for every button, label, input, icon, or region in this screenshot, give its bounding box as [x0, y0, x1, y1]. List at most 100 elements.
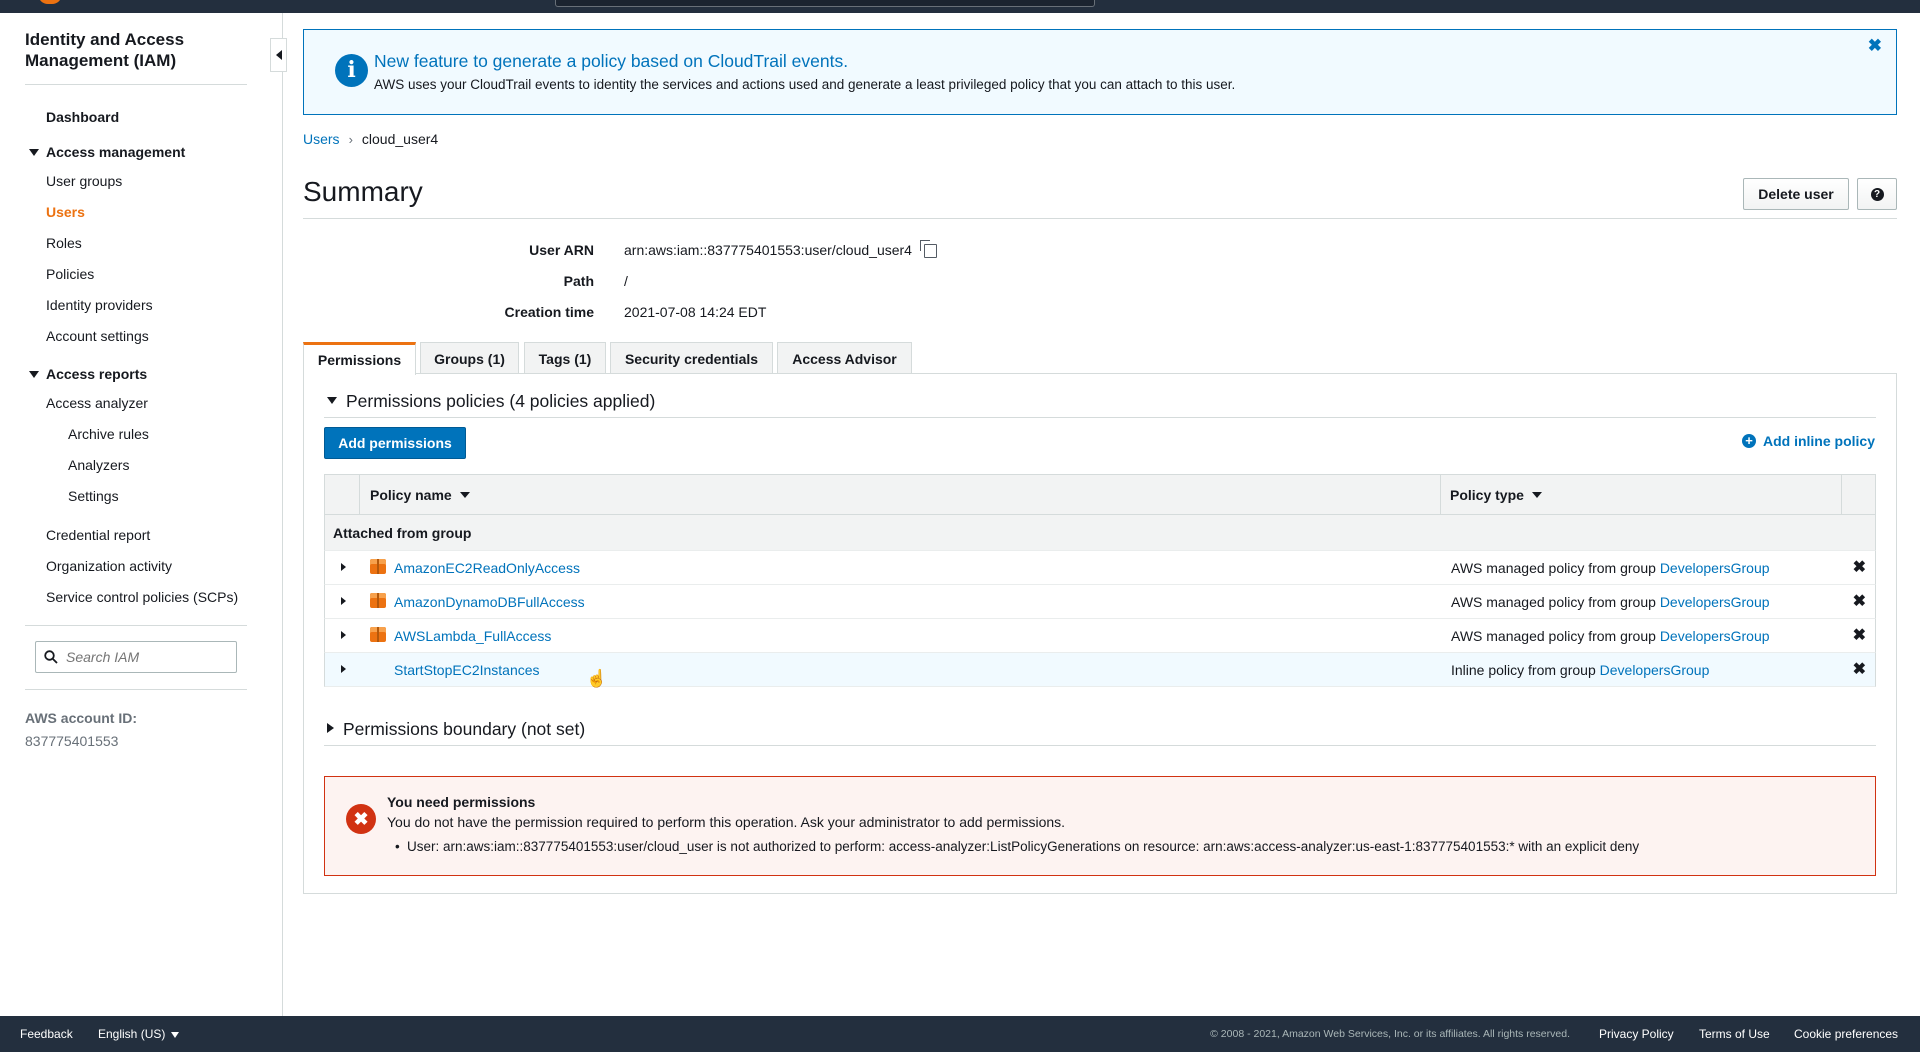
banner-title-link[interactable]: New feature to generate a policy based o…: [374, 51, 848, 72]
cookie-preferences-link[interactable]: Cookie preferences: [1794, 1027, 1898, 1041]
feedback-link[interactable]: Feedback: [20, 1027, 73, 1041]
global-search-bar[interactable]: [555, 0, 1095, 7]
sidebar-item-identity-providers[interactable]: Identity providers: [46, 297, 153, 313]
policy-type: AWS managed policy from group Developers…: [1451, 628, 1770, 644]
aws-logo[interactable]: [38, 0, 62, 4]
sidebar-item-account-settings[interactable]: Account settings: [46, 328, 149, 344]
policy-name-column-header[interactable]: Policy name: [360, 475, 1441, 514]
error-detail: User: arn:aws:iam::837775401553:user/clo…: [395, 839, 1639, 854]
chevron-right-icon: ›: [348, 132, 353, 147]
top-navigation-bar: [0, 0, 1920, 13]
managed-policy-icon: [370, 559, 386, 574]
policy-type: AWS managed policy from group Developers…: [1451, 560, 1770, 576]
table-row[interactable]: AmazonEC2ReadOnlyAccess AWS managed poli…: [324, 551, 1876, 585]
sidebar-item-policies[interactable]: Policies: [46, 266, 94, 282]
caret-down-icon: [29, 370, 39, 378]
policies-table: Policy name Policy type Attached from gr…: [324, 474, 1876, 687]
add-permissions-button[interactable]: Add permissions: [324, 427, 466, 459]
sidebar-item-credential-report[interactable]: Credential report: [46, 527, 150, 543]
policy-type: Inline policy from group DevelopersGroup: [1451, 662, 1710, 678]
help-button[interactable]: ?: [1857, 178, 1897, 210]
tab-tags[interactable]: Tags (1): [524, 342, 606, 374]
sidebar-item-analyzers[interactable]: Analyzers: [68, 457, 129, 473]
path-value: /: [624, 273, 628, 289]
sidebar-divider: [25, 84, 247, 85]
search-icon: [44, 650, 58, 664]
caret-right-icon: [327, 723, 334, 734]
language-selector[interactable]: English (US): [98, 1027, 180, 1041]
expand-row-icon[interactable]: [341, 563, 346, 571]
expand-row-icon[interactable]: [341, 665, 346, 673]
copyright-text: © 2008 - 2021, Amazon Web Services, Inc.…: [1210, 1028, 1570, 1040]
terms-of-use-link[interactable]: Terms of Use: [1699, 1027, 1770, 1041]
expand-row-icon[interactable]: [341, 631, 346, 639]
privacy-policy-link[interactable]: Privacy Policy: [1599, 1027, 1674, 1041]
breadcrumb-current: cloud_user4: [361, 131, 439, 147]
tab-access-advisor[interactable]: Access Advisor: [777, 342, 912, 374]
permissions-boundary-header[interactable]: Permissions boundary (not set): [327, 719, 585, 740]
page-title: Summary: [303, 176, 423, 207]
banner-description: AWS uses your CloudTrail events to ident…: [374, 77, 1236, 92]
sidebar-section-access-reports[interactable]: Access reports: [29, 366, 147, 382]
search-iam-input[interactable]: [66, 649, 226, 665]
remove-policy-icon[interactable]: ✖: [1853, 591, 1866, 611]
sidebar-item-dashboard[interactable]: Dashboard: [46, 109, 119, 125]
section-divider: [324, 417, 1876, 418]
copy-icon[interactable]: [919, 240, 937, 259]
add-inline-policy-link[interactable]: + Add inline policy: [1741, 433, 1875, 449]
close-icon[interactable]: ✖: [1868, 36, 1882, 56]
sidebar-divider: [25, 625, 247, 626]
sidebar-item-user-groups[interactable]: User groups: [46, 173, 122, 189]
sidebar-item-archive-rules[interactable]: Archive rules: [68, 426, 149, 442]
error-alert: ✖ You need permissions You do not have t…: [324, 776, 1876, 876]
sidebar-item-scps[interactable]: Service control policies (SCPs): [46, 589, 238, 605]
sidebar-section-access-management[interactable]: Access management: [29, 144, 185, 160]
tab-groups[interactable]: Groups (1): [420, 342, 519, 374]
remove-policy-icon[interactable]: ✖: [1853, 625, 1866, 645]
policy-type: AWS managed policy from group Developers…: [1451, 594, 1770, 610]
sidebar-search-box[interactable]: [35, 641, 237, 673]
remove-policy-icon[interactable]: ✖: [1853, 659, 1866, 679]
tab-permissions[interactable]: Permissions: [303, 342, 416, 375]
sort-icon: [1531, 491, 1542, 498]
policy-type-column-header[interactable]: Policy type: [1441, 475, 1842, 514]
policy-name-link[interactable]: StartStopEC2Instances: [394, 662, 540, 678]
caret-down-icon: [29, 148, 39, 156]
policy-name-link[interactable]: AWSLambda_FullAccess: [394, 628, 551, 644]
group-link[interactable]: DevelopersGroup: [1660, 594, 1770, 610]
table-row[interactable]: AmazonDynamoDBFullAccess AWS managed pol…: [324, 585, 1876, 619]
group-link[interactable]: DevelopersGroup: [1600, 662, 1710, 678]
breadcrumb-users-link[interactable]: Users: [303, 131, 340, 147]
expand-row-icon[interactable]: [341, 597, 346, 605]
sidebar-title[interactable]: Identity and Access Management (IAM): [25, 29, 255, 71]
remove-policy-icon[interactable]: ✖: [1853, 557, 1866, 577]
error-description: You do not have the permission required …: [387, 814, 1066, 830]
sidebar-item-organization-activity[interactable]: Organization activity: [46, 558, 172, 574]
creation-time-label: Creation time: [504, 304, 594, 320]
sidebar-item-analyzer-settings[interactable]: Settings: [68, 488, 119, 504]
table-header-row: Policy name Policy type: [324, 474, 1876, 515]
title-divider: [303, 218, 1897, 219]
policy-name-link[interactable]: AmazonEC2ReadOnlyAccess: [394, 560, 580, 576]
plus-circle-icon: +: [1741, 434, 1756, 448]
sidebar-item-roles[interactable]: Roles: [46, 235, 82, 251]
sidebar-divider: [25, 689, 247, 690]
sidebar-collapse-button[interactable]: [270, 38, 287, 72]
caret-left-icon: [275, 50, 282, 60]
permissions-policies-header[interactable]: Permissions policies (4 policies applied…: [327, 391, 655, 412]
policy-name-link[interactable]: AmazonDynamoDBFullAccess: [394, 594, 585, 610]
sidebar-item-access-analyzer[interactable]: Access analyzer: [46, 395, 148, 411]
tab-security-credentials[interactable]: Security credentials: [610, 342, 773, 374]
table-row[interactable]: StartStopEC2Instances Inline policy from…: [324, 653, 1876, 687]
sidebar-item-users[interactable]: Users: [46, 204, 85, 220]
group-link[interactable]: DevelopersGroup: [1660, 560, 1770, 576]
error-icon: ✖: [346, 804, 376, 834]
caret-down-icon: [171, 1031, 180, 1038]
delete-user-button[interactable]: Delete user: [1743, 178, 1849, 210]
table-row[interactable]: AWSLambda_FullAccess AWS managed policy …: [324, 619, 1876, 653]
group-link[interactable]: DevelopersGroup: [1660, 628, 1770, 644]
error-title: You need permissions: [387, 794, 536, 810]
user-arn-label: User ARN: [529, 242, 594, 258]
sidebar: Identity and Access Management (IAM) Das…: [0, 13, 283, 1016]
managed-policy-icon: [370, 627, 386, 642]
